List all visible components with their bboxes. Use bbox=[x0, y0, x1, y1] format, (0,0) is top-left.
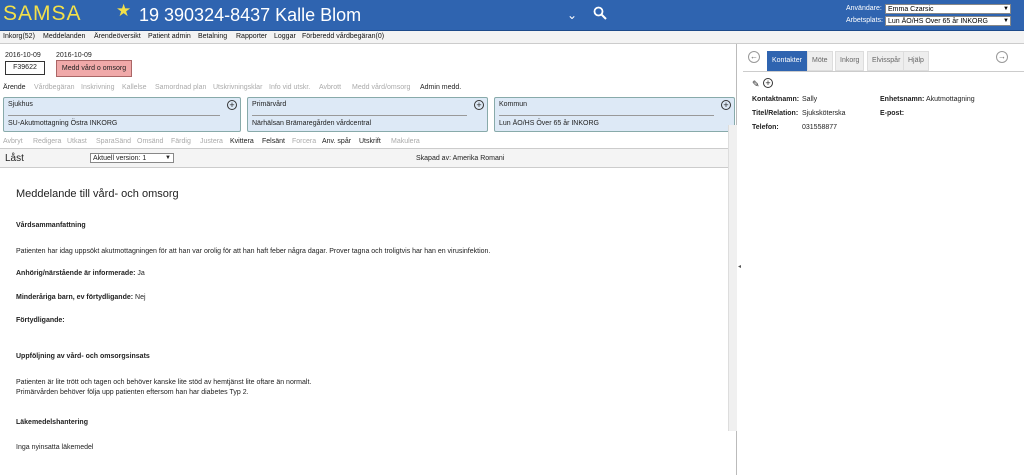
medication-heading: Läkemedelshantering bbox=[16, 419, 88, 426]
title-value: Sjuksköterska bbox=[802, 110, 846, 117]
tab-arende[interactable]: Ärende bbox=[3, 84, 26, 91]
case-id[interactable]: F39622 bbox=[5, 61, 45, 75]
menu-rapporter[interactable]: Rapporter bbox=[236, 33, 267, 40]
right-tabs: ← Kontakter Möte Inkorg Elvisspår Hjälp … bbox=[743, 44, 1024, 72]
tab-elvisspar[interactable]: Elvisspår bbox=[867, 51, 906, 71]
tab-admin-medd[interactable]: Admin medd. bbox=[420, 84, 461, 91]
tab-mote[interactable]: Möte bbox=[807, 51, 833, 71]
followup-text-1: Patienten är lite trött och tagen och be… bbox=[16, 379, 312, 386]
document-title: Meddelande till vård- och omsorg bbox=[16, 188, 179, 200]
user-label: Användare: bbox=[846, 5, 882, 12]
phone-value: 031558877 bbox=[802, 124, 838, 131]
add-icon[interactable]: + bbox=[721, 100, 731, 110]
menu-arendeoversikt[interactable]: Ärendeöversikt bbox=[94, 33, 141, 40]
followup-text-2: Primärvården behöver följa upp patienten… bbox=[16, 389, 249, 396]
main-menu: Inkorg(52) Meddelanden Ärendeöversikt Pa… bbox=[0, 31, 1024, 44]
back-icon[interactable]: ← bbox=[748, 51, 760, 63]
workplace-label: Arbetsplats: bbox=[846, 17, 883, 24]
contact-name-label: Kontaktnamn: bbox=[752, 96, 800, 103]
case-tabs: Ärende Vårdbegäran Inskrivning Kallelse … bbox=[0, 82, 737, 95]
followup-heading: Uppföljning av vård- och omsorgsinsats bbox=[16, 353, 150, 360]
menu-forberedd[interactable]: Förberedd vårdbegäran(0) bbox=[302, 33, 384, 40]
workplace-select[interactable]: Lun ÄO/HS Över 65 år INKORG ▼ bbox=[885, 16, 1011, 26]
menu-loggar[interactable]: Loggar bbox=[274, 33, 296, 40]
patient-title: 19 390324-8437 Kalle Blom bbox=[139, 5, 362, 25]
app-header: SAMSA ★ 19 390324-8437 Kalle Blom ⌄ Anvä… bbox=[0, 0, 1024, 31]
tab-kallelse[interactable]: Kallelse bbox=[122, 84, 147, 91]
tab-avbrott[interactable]: Avbrott bbox=[319, 84, 341, 91]
email-label: E-post: bbox=[880, 110, 905, 117]
menu-betalning[interactable]: Betalning bbox=[198, 33, 227, 40]
tab-vardbegaran[interactable]: Vårdbegäran bbox=[34, 84, 74, 91]
search-icon[interactable] bbox=[593, 6, 607, 20]
medd-date: 2016-10-09 bbox=[56, 52, 92, 59]
tab-medd-vard-omsorg[interactable]: Medd vård/omsorg bbox=[352, 84, 410, 91]
tab-utskrivningsklar[interactable]: Utskrivningsklar bbox=[213, 84, 262, 91]
edit-icon[interactable]: ✎ bbox=[752, 79, 760, 90]
tab-inkorg[interactable]: Inkorg bbox=[835, 51, 865, 71]
title-label: Titel/Relation: bbox=[752, 110, 799, 117]
medication-text: Inga nyinsatta läkemedel bbox=[16, 444, 94, 451]
minor-row: Minderåriga barn, ev förtydligande: Nej bbox=[16, 294, 146, 301]
tab-info-vid-utskr[interactable]: Info vid utskr. bbox=[269, 84, 310, 91]
splitter-handle[interactable]: ◂ bbox=[738, 263, 741, 270]
right-panel: ← Kontakter Möte Inkorg Elvisspår Hjälp … bbox=[743, 44, 1024, 475]
phone-label: Telefon: bbox=[752, 124, 779, 131]
relative-row: Anhörig/närstående är informerade: Ja bbox=[16, 270, 145, 277]
document-view: Meddelande till vård- och omsorg Vårdsam… bbox=[0, 125, 728, 451]
tab-inskrivning[interactable]: Inskrivning bbox=[81, 84, 114, 91]
add-contact-icon[interactable]: + bbox=[763, 78, 773, 88]
add-icon[interactable]: + bbox=[227, 100, 237, 110]
unit-value: Akutmottagning bbox=[926, 96, 975, 103]
document-scrollbar[interactable] bbox=[728, 125, 737, 431]
clarification-heading: Förtydligande: bbox=[16, 317, 65, 324]
menu-patient-admin[interactable]: Patient admin bbox=[148, 33, 191, 40]
summary-heading: Vårdsammanfattning bbox=[16, 222, 86, 229]
star-icon[interactable]: ★ bbox=[116, 1, 131, 21]
chevron-down-icon[interactable]: ⌄ bbox=[567, 8, 577, 22]
app-logo: SAMSA bbox=[3, 2, 82, 25]
user-select[interactable]: Emma Czarsic ▼ bbox=[885, 4, 1011, 14]
add-icon[interactable]: + bbox=[474, 100, 484, 110]
tab-kontakter[interactable]: Kontakter bbox=[767, 51, 807, 71]
tab-samordnad-plan[interactable]: Samordnad plan bbox=[155, 84, 206, 91]
medd-button[interactable]: Medd vård o omsorg bbox=[56, 60, 132, 77]
tab-hjalp[interactable]: Hjälp bbox=[903, 51, 929, 71]
menu-inkorg[interactable]: Inkorg(52) bbox=[3, 33, 35, 40]
summary-text: Patienten har idag uppsökt akutmottagnin… bbox=[16, 248, 491, 255]
menu-meddelanden[interactable]: Meddelanden bbox=[43, 33, 85, 40]
unit-label: Enhetsnamn: bbox=[880, 96, 925, 103]
case-date: 2016-10-09 bbox=[5, 52, 41, 59]
forward-icon[interactable]: → bbox=[996, 51, 1008, 63]
contact-name-value: Sally bbox=[802, 96, 818, 103]
